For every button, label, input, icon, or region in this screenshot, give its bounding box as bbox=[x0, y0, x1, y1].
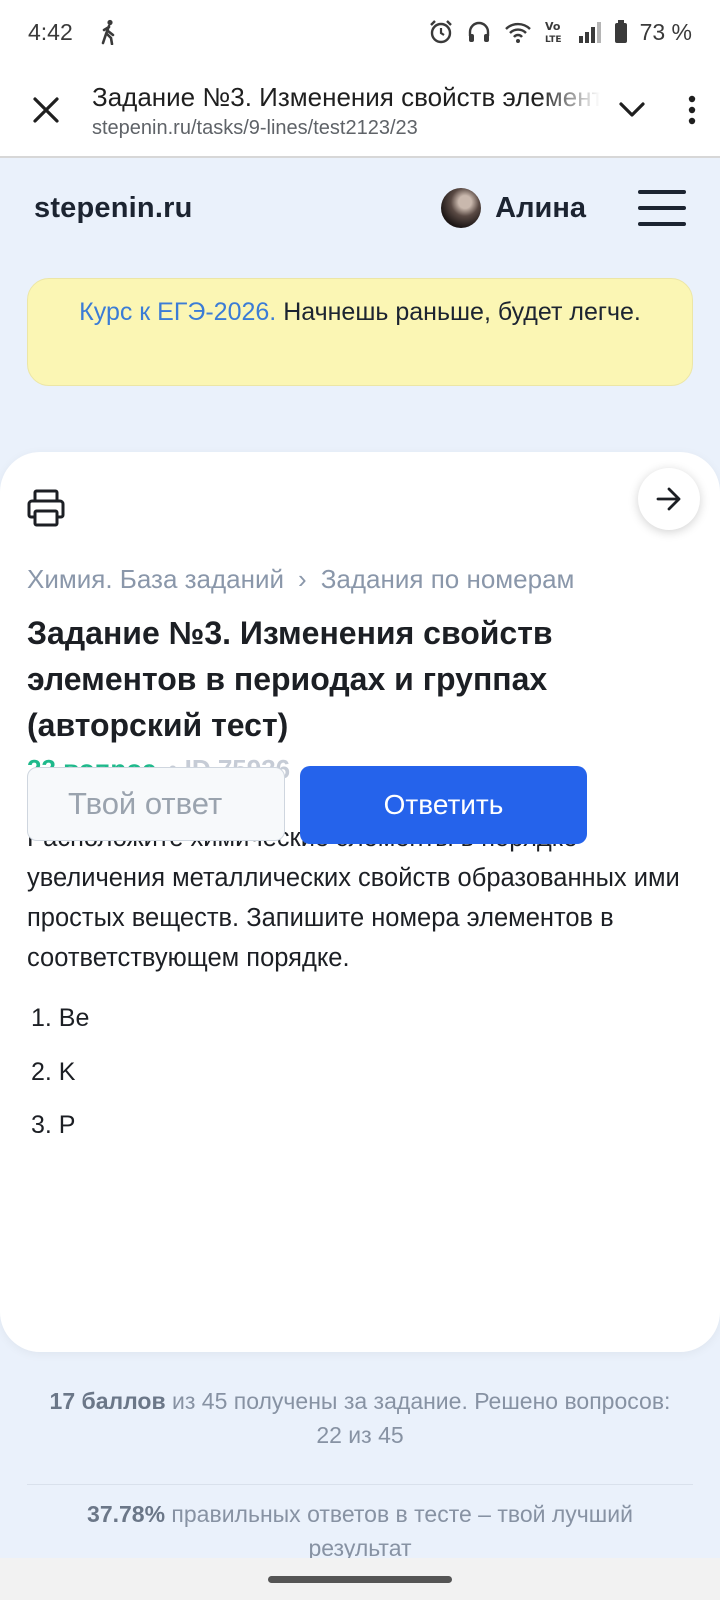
status-time: 4:42 bbox=[28, 18, 73, 45]
points-text: из 45 получены за задание. Решено вопрос… bbox=[165, 1388, 671, 1448]
points-value: 17 баллов bbox=[49, 1388, 166, 1414]
promo-banner: Курс к ЕГЭ-2026. Начнешь раньше, будет л… bbox=[27, 278, 693, 386]
user-name: Алина bbox=[495, 191, 586, 224]
breadcrumb-item-chemistry[interactable]: Химия. База заданий bbox=[27, 564, 284, 595]
site-logo[interactable]: stepenin.ru bbox=[34, 192, 441, 225]
browser-title-area[interactable]: Задание №3. Изменения свойств элементов … bbox=[92, 80, 600, 140]
task-card: Химия. База заданий › Задания по номерам… bbox=[0, 452, 720, 1352]
battery-percent: 73 % bbox=[639, 18, 692, 45]
gesture-handle[interactable] bbox=[268, 1576, 452, 1583]
volte-icon: Vo LTE bbox=[544, 19, 566, 45]
accuracy-text: правильных ответов в тесте – твой лучший… bbox=[165, 1501, 633, 1561]
wifi-icon bbox=[504, 20, 532, 44]
walking-icon bbox=[99, 19, 119, 45]
option-item: 1. Be bbox=[31, 1004, 90, 1032]
print-icon[interactable] bbox=[26, 488, 70, 532]
headphones-icon bbox=[466, 19, 492, 45]
promo-link[interactable]: Курс к ЕГЭ-2026. bbox=[79, 298, 276, 326]
accuracy-value: 37.78% bbox=[87, 1501, 166, 1527]
avatar bbox=[441, 188, 482, 228]
more-vert-icon[interactable] bbox=[664, 63, 720, 157]
submit-answer-button[interactable]: Ответить bbox=[300, 766, 587, 844]
option-item: 2. K bbox=[31, 1057, 76, 1086]
browser-url: stepenin.ru/tasks/9-lines/test2123/23 bbox=[92, 117, 418, 139]
signal-icon bbox=[578, 20, 602, 44]
user-profile[interactable]: Алина bbox=[441, 188, 586, 228]
option-item: 3. P bbox=[31, 1111, 76, 1139]
page-title: Задание №3. Изменения свойств элементов … bbox=[27, 615, 553, 743]
svg-text:LTE: LTE bbox=[545, 35, 562, 45]
promo-text: Начнешь раньше, будет легче. bbox=[276, 298, 641, 326]
chevron-down-icon[interactable] bbox=[600, 63, 664, 157]
close-icon[interactable] bbox=[0, 63, 92, 157]
hamburger-menu-icon[interactable] bbox=[638, 190, 686, 226]
browser-page-title: Задание №3. Изменения свойств элементов bbox=[92, 82, 600, 112]
breadcrumb-separator: › bbox=[298, 564, 307, 594]
arrow-right-icon bbox=[656, 487, 681, 511]
next-arrow-button[interactable] bbox=[638, 468, 700, 530]
alarm-icon bbox=[428, 19, 454, 45]
battery-icon bbox=[614, 20, 628, 44]
svg-text:Vo: Vo bbox=[545, 20, 561, 33]
status-bar: 4:42 Vo LTE 73 % bbox=[0, 0, 720, 64]
accuracy-summary: 37.78% правильных ответов в тесте – твой… bbox=[40, 1497, 680, 1565]
browser-toolbar: Задание №3. Изменения свойств элементов … bbox=[0, 64, 720, 158]
divider bbox=[27, 1484, 693, 1485]
breadcrumb: Химия. База заданий › Задания по номерам bbox=[27, 564, 700, 595]
points-summary: 17 баллов из 45 получены за задание. Реш… bbox=[40, 1384, 680, 1452]
site-header: stepenin.ru Алина bbox=[0, 158, 720, 258]
options-list: 1. Be 2. K 3. P bbox=[31, 1004, 89, 1165]
breadcrumb-item-tasks-by-number[interactable]: Задания по номерам bbox=[321, 564, 575, 595]
answer-input[interactable] bbox=[27, 767, 285, 841]
